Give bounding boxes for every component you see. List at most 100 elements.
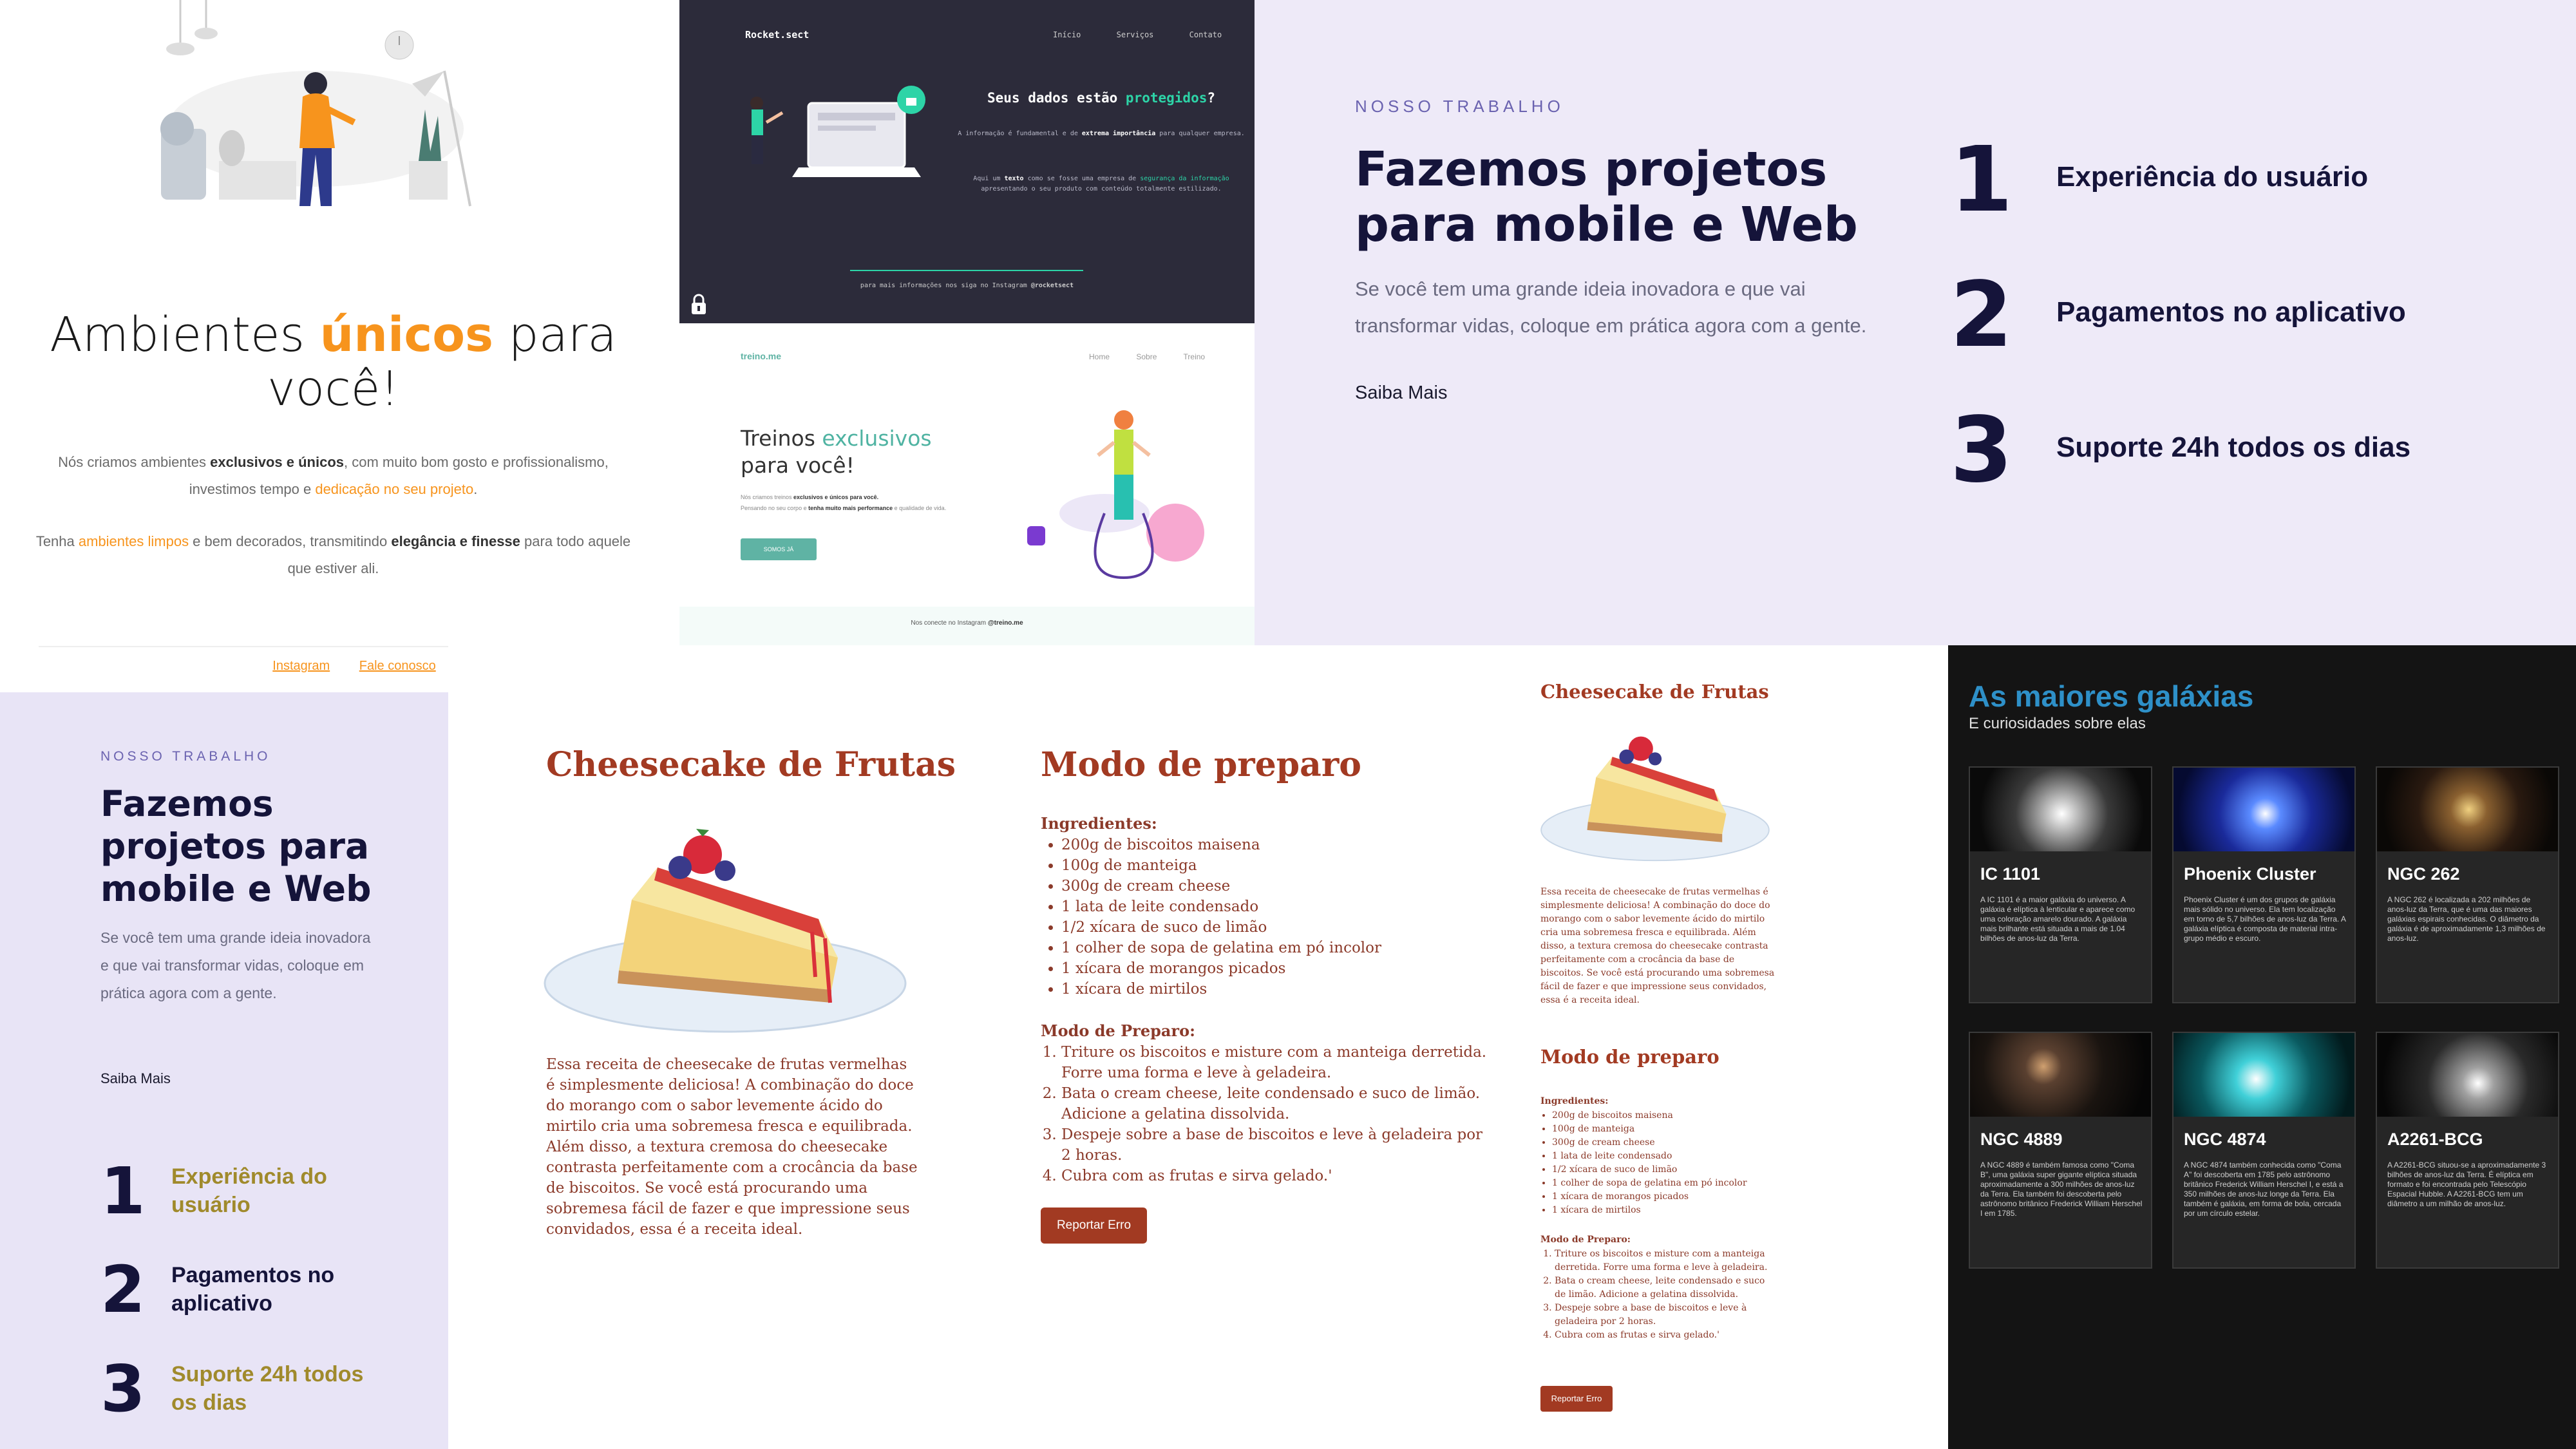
nav-servicos[interactable]: Serviços [1117,30,1154,39]
feature-number: 2 [100,1252,146,1327]
galaxy-image [1970,1033,2151,1117]
kicker: NOSSO TRABALHO [1355,97,1564,116]
rocket-headline: Seus dados estão protegidos? [987,90,1216,106]
galaxy-description: Phoenix Cluster é um dos grupos de galáx… [2184,895,2346,943]
steps-label: Modo de Preparo: [1540,1235,1631,1245]
list-item: 100g de manteiga [1061,855,1381,876]
list-item: Despeje sobre a base de biscoitos e leve… [1061,1124,1492,1166]
saiba-mais-link[interactable]: Saiba Mais [1355,383,1447,404]
rocket-text-2: Aqui um texto como se fosse uma empresa … [973,175,1229,193]
nav-treino[interactable]: Treino [1184,352,1206,361]
nav-home[interactable]: Home [1089,352,1110,361]
galaxy-card[interactable]: NGC 4889 A NGC 4889 é também famosa como… [1969,1032,2152,1269]
treino-headline: Treinos exclusivos para você! [741,426,932,478]
galaxy-card[interactable]: NGC 262 A NGC 262 é localizada a 202 mil… [2376,766,2559,1003]
ambientes-panel: Ambientes únicos para você! Nós criamos … [0,0,679,692]
second-paragraph: Tenha ambientes limpos e bem decorados, … [35,533,631,576]
feature-number: 2 [1950,263,2013,368]
ingredients-label: Ingredientes: [1540,1096,1609,1106]
list-item: Despeje sobre a base de biscoitos e leve… [1555,1302,1779,1329]
steps-list: Triture os biscoitos e misture com a man… [1540,1247,1779,1342]
treino-text-1: Nós criamos treinos exclusivos e únicos … [741,494,879,500]
rocket-nav: Início Serviços Contato [1053,30,1253,39]
feature-label: Pagamentos no aplicativo [171,1263,335,1316]
list-item: 1 xícara de mirtilos [1061,979,1381,999]
galaxy-image [2377,768,2558,851]
treino-text-2: Pensando no seu corpo e tenha muito mais… [741,505,947,511]
ingredients-list: 200g de biscoitos maisena 100g de mantei… [1540,1109,1747,1217]
list-item: 300g de cream cheese [1061,876,1381,896]
galaxy-card[interactable]: Phoenix Cluster Phoenix Cluster é um dos… [2172,766,2356,1003]
list-item: Bata o cream cheese, leite condensado e … [1061,1083,1492,1124]
feature-item: 3 Suporte 24h todos os dias [100,1354,435,1444]
cta-button[interactable]: SOMOS JÁ [741,538,817,560]
interior-illustration [160,0,471,207]
list-item: 1 lata de leite condensado [1061,896,1381,917]
instagram-link[interactable]: Instagram [272,659,330,673]
saiba-mais-link[interactable]: Saiba Mais [100,1070,171,1087]
galaxy-name: Phoenix Cluster [2184,864,2316,884]
kicker: NOSSO TRABALHO [100,749,271,764]
nav-contato[interactable]: Contato [1189,30,1222,39]
list-item: 200g de biscoitos maisena [1552,1109,1747,1122]
galaxy-card[interactable]: A2261-BCG A A2261-BCG situou-se a aproxi… [2376,1032,2559,1269]
list-item: 1 colher de sopa de gelatina em pó incol… [1061,938,1381,958]
feature-label: Experiência do usuário [171,1164,327,1217]
trabalho-panel-small: NOSSO TRABALHO Fazemos projetos para mob… [0,692,448,1449]
rocket-footer: para mais informações nos siga no Instag… [860,282,1074,289]
feature-number: 3 [1950,398,2013,503]
nav-sobre[interactable]: Sobre [1136,352,1157,361]
feature-item: 1 Experiência do usuário [1950,132,2530,235]
feature-label: Suporte 24h todos os dias [2056,431,2411,463]
list-item: 200g de biscoitos maisena [1061,835,1381,855]
list-item: Bata o cream cheese, leite condensado e … [1555,1274,1779,1302]
treino-nav: Home Sobre Treino [1089,352,1229,361]
contact-link[interactable]: Fale conosco [359,659,436,673]
galaxy-name: A2261-BCG [2387,1130,2483,1149]
feature-item: 3 Suporte 24h todos os dias [1950,402,2530,506]
trabalho-panel-large: NOSSO TRABALHO Fazemos projetos para mob… [1255,0,2576,645]
galaxy-card[interactable]: IC 1101 A IC 1101 é a maior galáxia do u… [1969,766,2152,1003]
description: Se você tem uma grande ideia inovadora e… [100,929,371,1001]
nav-inicio[interactable]: Início [1053,30,1081,39]
intro-paragraph: Nós criamos ambientes exclusivos e único… [58,454,609,497]
recipe-title: Cheesecake de Frutas [1540,681,1769,703]
list-item: 300g de cream cheese [1552,1136,1747,1150]
recipe-description: Essa receita de cheesecake de frutas ver… [546,1056,918,1238]
galaxy-description: A IC 1101 é a maior galáxia do universo.… [1980,895,2136,943]
list-item: 100g de manteiga [1552,1122,1747,1136]
list-item: Cubra com as frutas e sirva gelado.' [1061,1166,1492,1186]
steps-list: Triture os biscoitos e misture com a man… [1041,1042,1492,1186]
headline: Fazemos projetos para mobile e Web [100,783,372,909]
list-item: 1 xícara de morangos picados [1061,958,1381,979]
galaxias-panel: As maiores galáxias E curiosidades sobre… [1948,645,2576,1449]
galaxy-description: A NGC 4874 também conhecida como "Coma A… [2184,1160,2344,1218]
prep-title: Modo de preparo [1041,745,1361,784]
treino-panel: treino.me Home Sobre Treino Treinos excl… [679,323,1255,645]
recipe-title: Cheesecake de Frutas [546,745,956,784]
ingredients-list: 200g de biscoitos maisena 100g de mantei… [1041,835,1381,999]
galaxy-description: A NGC 262 é localizada a 202 milhões de … [2387,895,2546,943]
list-item: 1/2 xícara de suco de limão [1061,917,1381,938]
report-error-button[interactable]: Reportar Erro [1540,1386,1613,1412]
galaxy-card[interactable]: NGC 4874 A NGC 4874 também conhecida com… [2172,1032,2356,1269]
report-error-button[interactable]: Reportar Erro [1041,1208,1147,1244]
feature-item: 2 Pagamentos no aplicativo [1950,267,2530,370]
feature-number: 1 [100,1153,146,1229]
rocket-logo[interactable]: Rocket.sect [745,29,809,41]
page-title: Ambientes únicos para você! [50,307,617,417]
treino-logo[interactable]: treino.me [741,351,781,361]
feature-item: 2 Pagamentos no aplicativo [100,1255,435,1345]
galaxy-name: NGC 4874 [2184,1130,2266,1149]
ingredients-label: Ingredientes: [1041,814,1157,833]
feature-item: 1 Experiência do usuário [100,1156,435,1246]
cheesecake-image [544,829,907,1033]
feature-number: 1 [1950,128,2013,232]
description: Se você tem uma grande ideia inovadora e… [1355,278,1867,337]
list-item: 1 lata de leite condensado [1552,1150,1747,1163]
title-highlight: únicos [319,307,494,363]
galaxy-description: A NGC 4889 é também famosa como "Coma B"… [1980,1160,2143,1218]
galaxy-image [2174,1033,2354,1117]
galaxy-name: NGC 4889 [1980,1130,2063,1149]
cheesecake-panel-large: Cheesecake de Frutas Essa receita de che… [448,645,1524,1449]
